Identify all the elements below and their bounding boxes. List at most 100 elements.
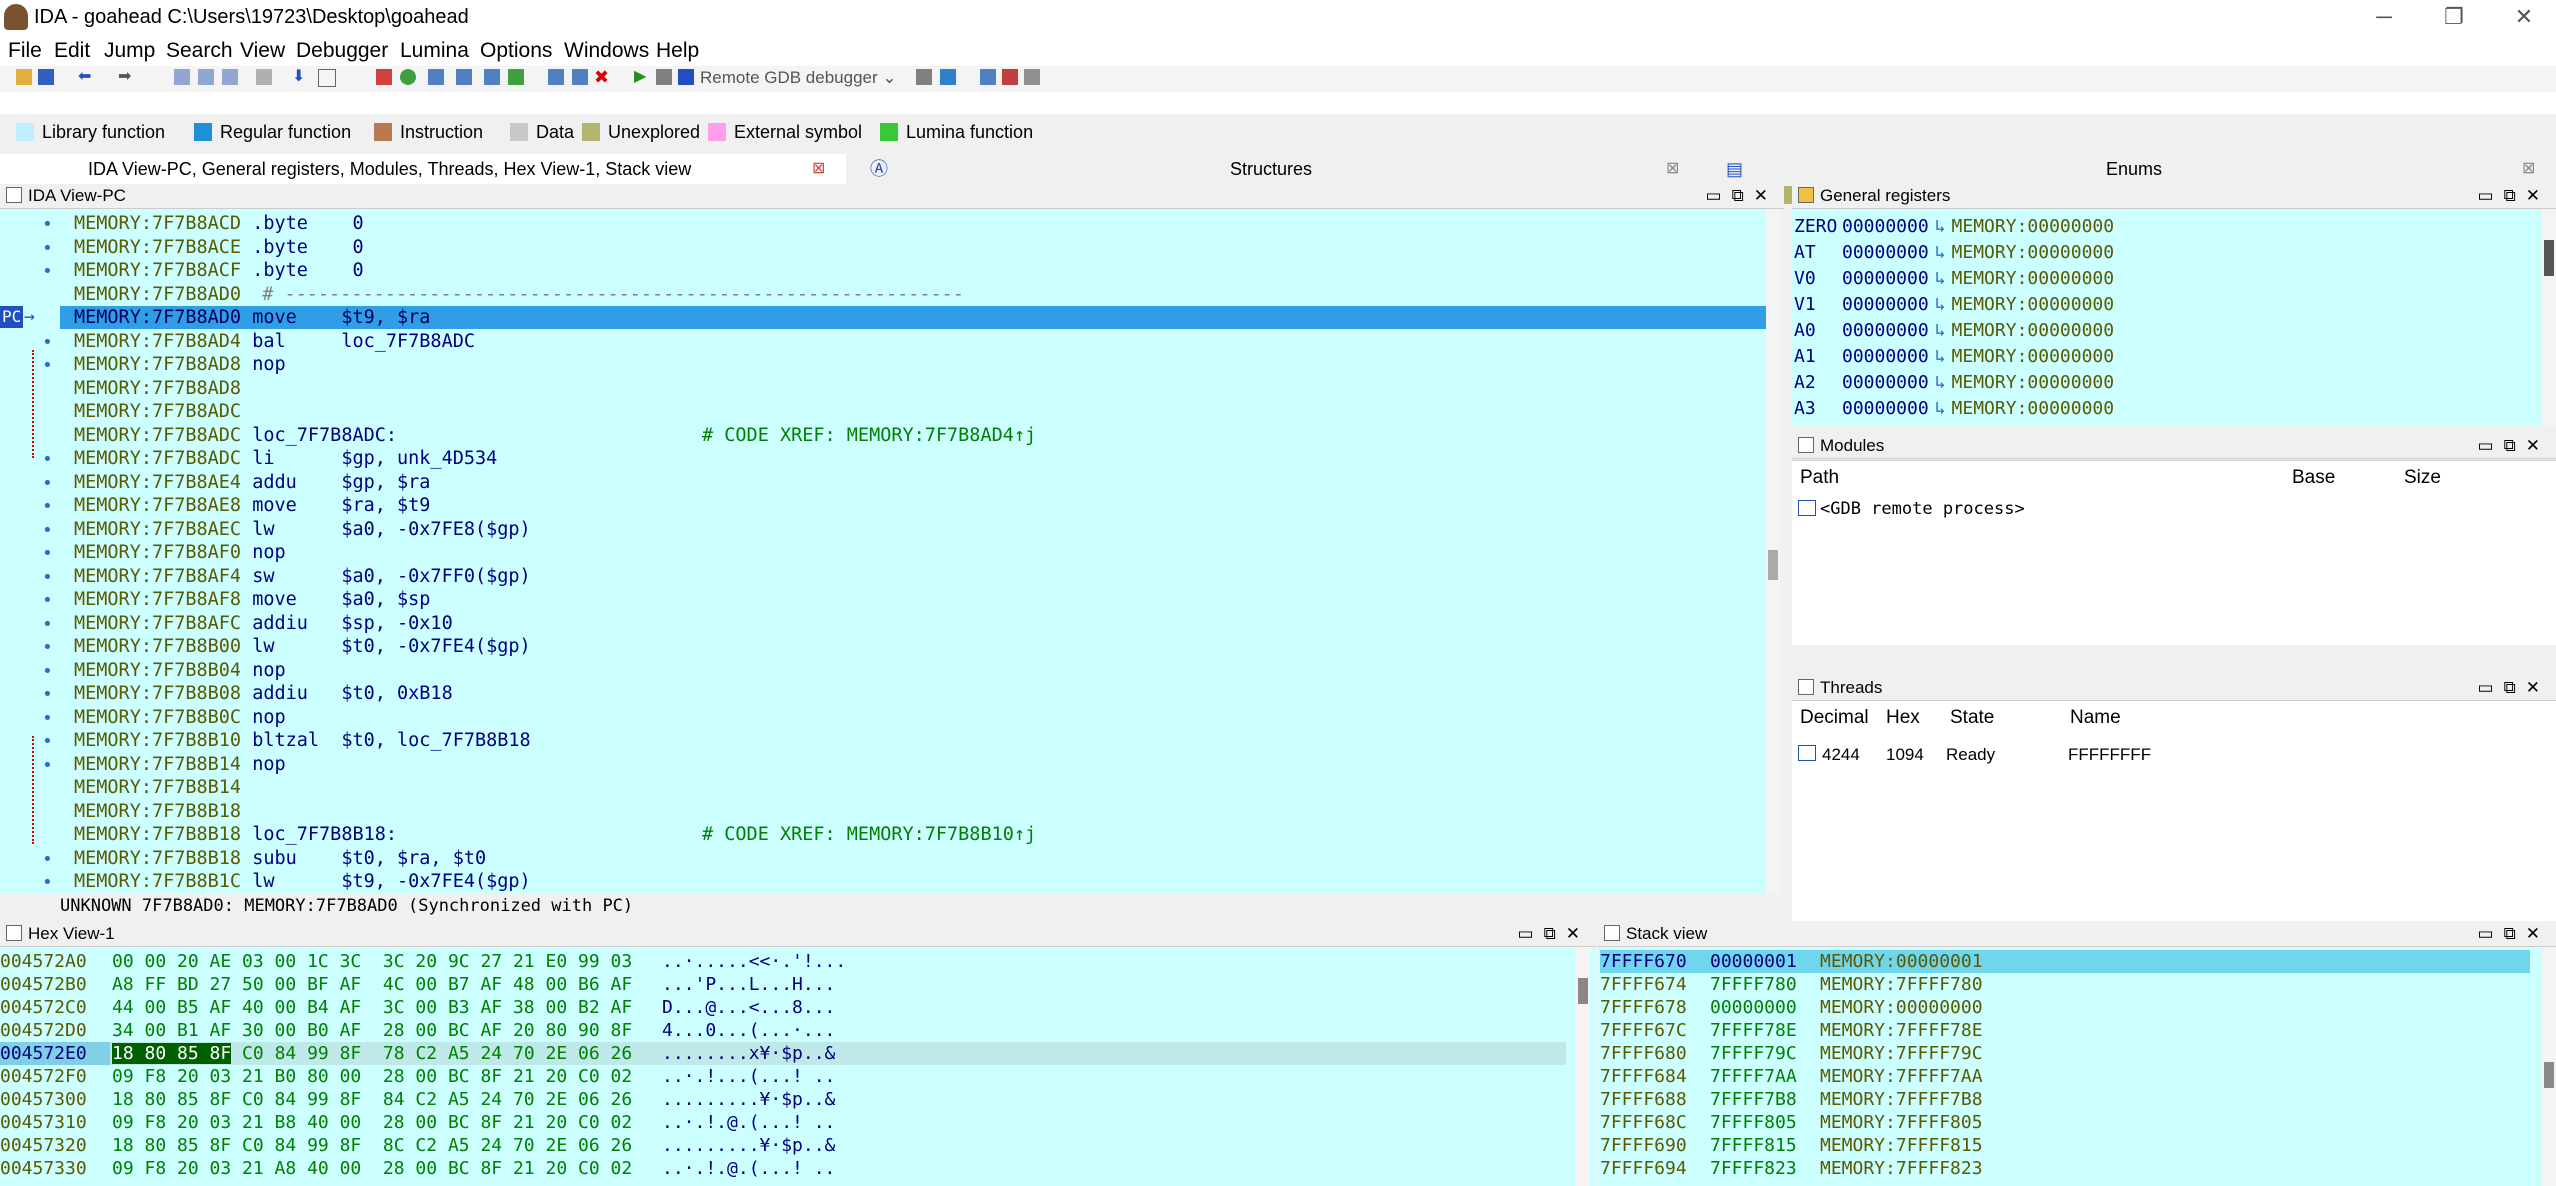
menu-help[interactable]: Help bbox=[656, 39, 699, 63]
stack-value[interactable]: 7FFFF78E bbox=[1710, 1019, 1820, 1042]
jump-arrow-icon[interactable]: ↳ bbox=[1935, 320, 1946, 341]
stack-row[interactable]: 7FFFF684 7FFFF7AA MEMORY:7FFFF7AA bbox=[1600, 1065, 1983, 1088]
code-line[interactable]: MEMORY:7F7B8B1C lw $t9, -0x7FE4($gp) bbox=[74, 870, 531, 893]
hex-cursor-bytes[interactable]: 18 80 85 8F bbox=[112, 1043, 232, 1064]
code-line[interactable]: MEMORY:7F7B8AF4 sw $a0, -0x7FF0($gp) bbox=[74, 565, 531, 588]
ascii-icon[interactable] bbox=[376, 69, 392, 85]
stop-icon[interactable] bbox=[678, 69, 694, 85]
stack-row[interactable]: 7FFFF678 00000000 MEMORY:00000000 bbox=[1600, 996, 1983, 1019]
hex-row[interactable]: 00457330 09 F8 20 03 21 A8 40 00 28 00 BC… bbox=[0, 1157, 835, 1180]
hex-row[interactable]: 004572A0 00 00 20 AE 03 00 1C 3C 3C 20 9C… bbox=[0, 950, 846, 973]
hex-row[interactable]: 004572C0 44 00 B5 AF 40 00 B4 AF 3C 00 B3… bbox=[0, 996, 835, 1019]
close-tab-icon[interactable]: ⊠ bbox=[2522, 154, 2535, 184]
panel-buttons[interactable]: ▭⧉✕ bbox=[1518, 922, 1590, 946]
stack-value[interactable]: 7FFFF780 bbox=[1710, 973, 1820, 996]
navigation-band[interactable] bbox=[0, 92, 2556, 204]
module-row[interactable]: <GDB remote process> bbox=[1798, 499, 2025, 519]
hex-bytes[interactable]: 18 80 85 8F C0 84 99 8F 8C C2 A5 24 70 2… bbox=[112, 1134, 662, 1157]
stack-value[interactable]: 7FFFF7AA bbox=[1710, 1065, 1820, 1088]
stack-value[interactable]: 7FFFF805 bbox=[1710, 1111, 1820, 1134]
hex-bytes[interactable]: 44 00 B5 AF 40 00 B4 AF 3C 00 B3 AF 38 0… bbox=[112, 996, 662, 1019]
pause-icon[interactable] bbox=[656, 69, 672, 85]
code-line[interactable]: MEMORY:7F7B8AD4 bal loc_7F7B8ADC bbox=[74, 330, 475, 353]
code-line[interactable]: MEMORY:7F7B8B08 addiu $t0, 0xB18 bbox=[74, 682, 453, 705]
hex-bytes[interactable]: A8 FF BD 27 50 00 BF AF 4C 00 B7 AF 48 0… bbox=[112, 973, 662, 996]
register-row[interactable]: V0 00000000 ↳ MEMORY:00000000 bbox=[1794, 266, 2114, 292]
register-row[interactable]: ZERO 00000000 ↳ MEMORY:00000000 bbox=[1794, 214, 2114, 240]
register-value[interactable]: 00000000 bbox=[1842, 398, 1929, 419]
menu-file[interactable]: File bbox=[8, 39, 42, 63]
add-icon[interactable] bbox=[508, 69, 524, 85]
stack-value[interactable]: 7FFFF7B8 bbox=[1710, 1088, 1820, 1111]
code-line[interactable]: MEMORY:7F7B8B18 subu $t0, $ra, $t0 bbox=[74, 847, 486, 870]
trace-icon[interactable] bbox=[572, 69, 588, 85]
stack-row[interactable]: 7FFFF67C 7FFFF78E MEMORY:7FFFF78E bbox=[1600, 1019, 1983, 1042]
hex-row[interactable]: 004572D0 34 00 B1 AF 30 00 B0 AF 28 00 BC… bbox=[0, 1019, 835, 1042]
minimize-button[interactable]: ─ bbox=[2354, 0, 2414, 36]
stack-row[interactable]: 7FFFF674 7FFFF780 MEMORY:7FFFF780 bbox=[1600, 973, 1983, 996]
col-hex[interactable]: Hex bbox=[1886, 707, 1920, 729]
forward-arrow-icon[interactable]: ➡ bbox=[118, 69, 134, 85]
code-line[interactable]: MEMORY:7F7B8AFC addiu $sp, -0x10 bbox=[74, 612, 453, 635]
code-line[interactable]: MEMORY:7F7B8B04 nop bbox=[74, 659, 286, 682]
code-line[interactable]: MEMORY:7F7B8AEC lw $a0, -0x7FE8($gp) bbox=[74, 518, 531, 541]
panel-buttons[interactable]: ▭⧉✕ bbox=[2478, 184, 2550, 208]
register-row[interactable]: AT 00000000 ↳ MEMORY:00000000 bbox=[1794, 240, 2114, 266]
xref-icon[interactable] bbox=[484, 69, 500, 85]
code-line[interactable]: MEMORY:7F7B8AD0 # ----------------------… bbox=[74, 283, 964, 306]
code-line[interactable]: MEMORY:7F7B8AD8 bbox=[74, 377, 252, 400]
menu-windows[interactable]: Windows bbox=[564, 39, 649, 63]
menu-search[interactable]: Search bbox=[166, 39, 233, 63]
register-value[interactable]: 00000000 bbox=[1842, 242, 1929, 263]
col-name[interactable]: Name bbox=[2070, 707, 2121, 729]
jump-arrow-icon[interactable]: ↳ bbox=[1935, 242, 1946, 263]
code-line[interactable]: MEMORY:7F7B8B14 bbox=[74, 776, 252, 799]
step-into-icon[interactable] bbox=[916, 69, 932, 85]
jump-arrow-icon[interactable]: ↳ bbox=[1935, 398, 1946, 419]
debugger-select[interactable]: Remote GDB debugger ⌄ bbox=[700, 67, 897, 89]
threads-panel[interactable]: Decimal Hex State Name 4244 1094 Ready F… bbox=[1792, 700, 2556, 921]
panel-buttons[interactable]: ▭⧉✕ bbox=[2478, 922, 2550, 946]
panel-buttons[interactable]: ▭⧉✕ bbox=[2478, 676, 2550, 700]
stack-row[interactable]: 7FFFF680 7FFFF79C MEMORY:7FFFF79C bbox=[1600, 1042, 1983, 1065]
scroll-thumb[interactable] bbox=[2544, 1062, 2554, 1088]
scroll-thumb[interactable] bbox=[1768, 550, 1778, 580]
register-value[interactable]: 00000000 bbox=[1842, 372, 1929, 393]
flow-icon[interactable] bbox=[456, 69, 472, 85]
col-path[interactable]: Path bbox=[1800, 467, 1839, 489]
maximize-button[interactable]: ❐ bbox=[2424, 0, 2484, 36]
register-value[interactable]: 00000000 bbox=[1842, 320, 1929, 341]
code-line[interactable]: MEMORY:7F7B8B18 bbox=[74, 800, 252, 823]
hex-bytes[interactable]: 09 F8 20 03 21 B8 40 00 28 00 BC 8F 21 2… bbox=[112, 1111, 662, 1134]
scroll-thumb[interactable] bbox=[1578, 978, 1588, 1004]
close-button[interactable]: ✕ bbox=[2494, 0, 2554, 36]
stack-scrollbar[interactable] bbox=[2542, 948, 2556, 1186]
jump-arrow-icon[interactable]: ↳ bbox=[1935, 346, 1946, 367]
hex-bytes[interactable]: 00 00 20 AE 03 00 1C 3C 3C 20 9C 27 21 E… bbox=[112, 950, 662, 973]
hex-bytes[interactable]: 18 80 85 8F C0 84 99 8F 84 C2 A5 24 70 2… bbox=[112, 1088, 662, 1111]
save-icon[interactable] bbox=[38, 69, 54, 85]
panel-buttons[interactable]: ▭⧉✕ bbox=[2478, 434, 2550, 458]
run-circle-icon[interactable] bbox=[400, 69, 416, 85]
stack-value[interactable]: 7FFFF815 bbox=[1710, 1134, 1820, 1157]
jump-down-icon[interactable]: ⬇ bbox=[292, 69, 308, 85]
tab-enums[interactable]: ▤ Enums ⊠ bbox=[1716, 154, 2556, 184]
col-base[interactable]: Base bbox=[2292, 467, 2335, 489]
code-line[interactable]: MEMORY:7F7B8B10 bltzal $t0, loc_7F7B8B18 bbox=[74, 729, 531, 752]
stack-row[interactable]: 7FFFF670 00000001 MEMORY:00000001 bbox=[1600, 950, 2530, 973]
hex-bytes[interactable]: 09 F8 20 03 21 A8 40 00 28 00 BC 8F 21 2… bbox=[112, 1157, 662, 1180]
hex-bytes[interactable]: 09 F8 20 03 21 B0 80 00 28 00 BC 8F 21 2… bbox=[112, 1065, 662, 1088]
code-line[interactable]: MEMORY:7F7B8B0C nop bbox=[74, 706, 286, 729]
jump-arrow-icon[interactable]: ↳ bbox=[1935, 294, 1946, 315]
code-line[interactable]: MEMORY:7F7B8AF0 nop bbox=[74, 541, 286, 564]
copy-icon[interactable] bbox=[174, 69, 190, 85]
detach-icon[interactable] bbox=[1024, 69, 1040, 85]
open-icon[interactable] bbox=[16, 69, 32, 85]
code-line[interactable]: MEMORY:7F7B8AF8 move $a0, $sp bbox=[74, 588, 430, 611]
close-tab-icon[interactable]: ⊠ bbox=[1666, 154, 1679, 184]
register-value[interactable]: 00000000 bbox=[1842, 294, 1929, 315]
stack-row[interactable]: 7FFFF688 7FFFF7B8 MEMORY:7FFFF7B8 bbox=[1600, 1088, 1983, 1111]
graph-icon[interactable] bbox=[428, 69, 444, 85]
register-row[interactable]: V1 00000000 ↳ MEMORY:00000000 bbox=[1794, 292, 2114, 318]
registers-panel[interactable]: ZERO 00000000 ↳ MEMORY:00000000 AT 00000000 ↳ M… bbox=[1792, 210, 2556, 426]
